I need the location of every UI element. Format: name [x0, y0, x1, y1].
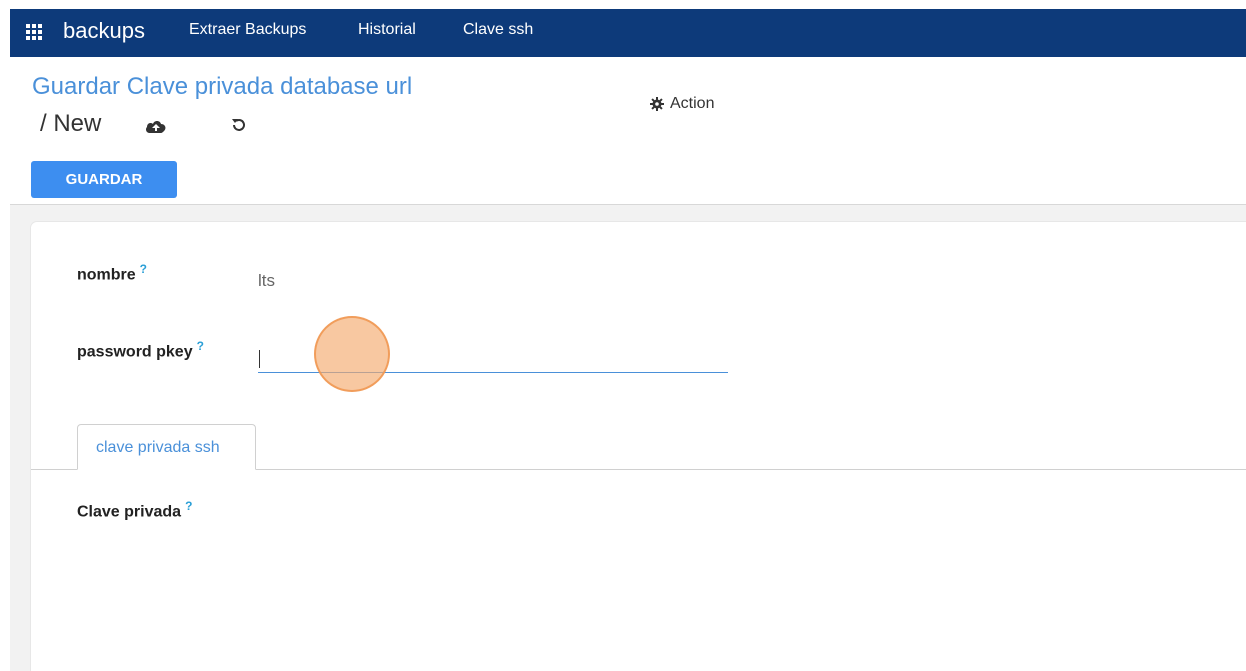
- button-bar: GUARDAR: [10, 154, 1246, 205]
- control-panel: Guardar Clave privada database url / New…: [10, 57, 1246, 155]
- action-label: Action: [670, 95, 715, 112]
- help-tooltip-clave-privada[interactable]: ?: [185, 499, 192, 513]
- page-title[interactable]: Guardar Clave privada database url: [32, 73, 412, 101]
- cloud-upload-icon[interactable]: [145, 118, 167, 134]
- nav-link-extraer-backups[interactable]: Extraer Backups: [189, 21, 306, 39]
- undo-icon[interactable]: [230, 116, 248, 134]
- click-indicator: [314, 316, 390, 392]
- tab-clave-privada-ssh[interactable]: clave privada ssh: [77, 424, 256, 470]
- help-tooltip-password-pkey[interactable]: ?: [197, 339, 204, 353]
- text-caret: [259, 350, 260, 368]
- help-tooltip-nombre[interactable]: ?: [140, 262, 147, 276]
- nav-link-historial[interactable]: Historial: [358, 21, 416, 39]
- field-label-text: nombre: [77, 266, 136, 284]
- field-label-clave-privada: Clave privada?: [77, 499, 192, 521]
- save-button[interactable]: GUARDAR: [31, 161, 177, 198]
- breadcrumb: / New: [40, 110, 102, 137]
- app-brand[interactable]: backups: [63, 18, 145, 44]
- field-label-password-pkey: password pkey?: [77, 339, 204, 361]
- nav-link-clave-ssh[interactable]: Clave ssh: [463, 21, 533, 39]
- field-label-nombre: nombre?: [77, 262, 147, 284]
- nombre-value: lts: [258, 271, 275, 290]
- grid-icon[interactable]: [26, 24, 44, 42]
- action-menu[interactable]: Action: [650, 95, 714, 113]
- tab-label: clave privada ssh: [96, 439, 220, 456]
- field-label-text: password pkey: [77, 343, 193, 361]
- field-label-text: Clave privada: [77, 503, 182, 521]
- top-navbar: backups Extraer Backups Historial Clave …: [10, 9, 1246, 57]
- gear-icon: [650, 97, 664, 111]
